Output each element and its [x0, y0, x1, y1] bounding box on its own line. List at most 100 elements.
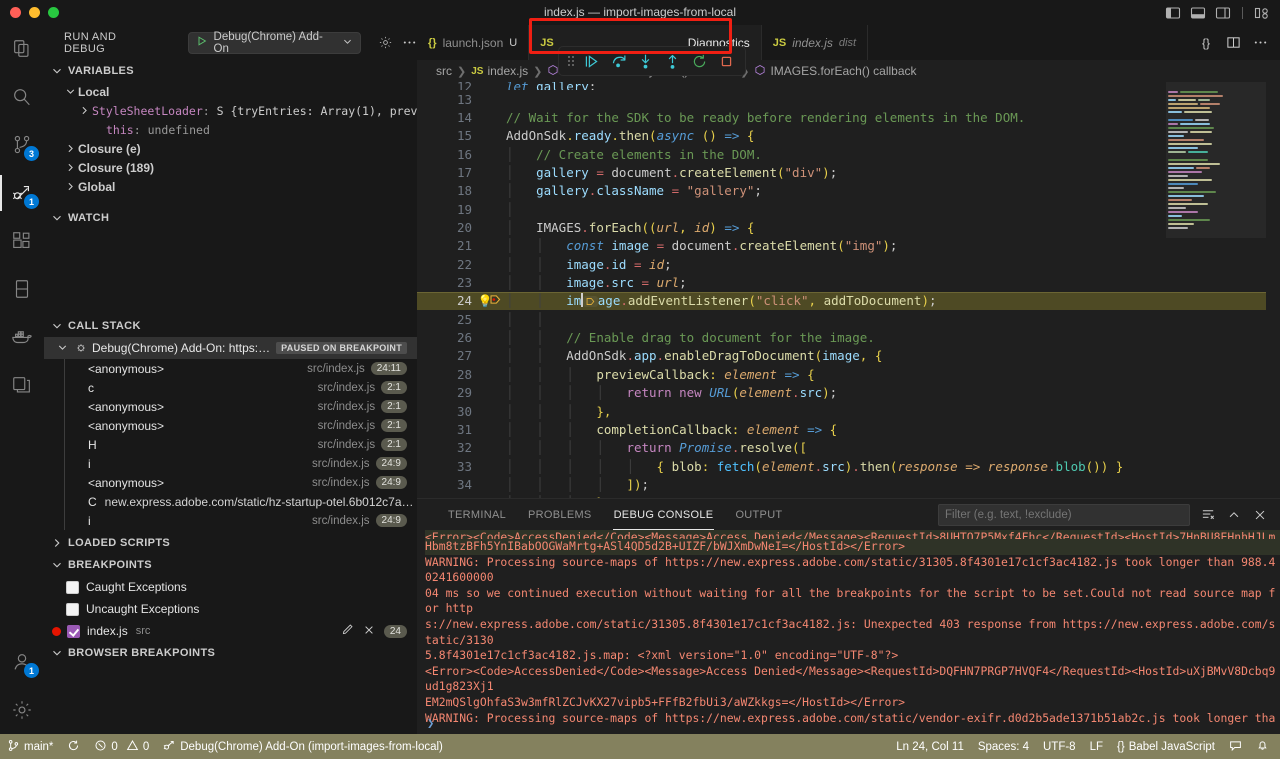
status-language-mode[interactable]: {} Babel JavaScript: [1110, 734, 1222, 759]
edit-pencil-icon[interactable]: [341, 623, 354, 639]
call-stack-frame[interactable]: C new.express.adobe.com/static/hz-startu…: [44, 492, 417, 511]
status-eol-label: LF: [1089, 740, 1104, 753]
call-stack-frame[interactable]: <anonymous> src/index.js 24:11: [44, 359, 417, 378]
tab-debug-console[interactable]: DEBUG CONSOLE: [603, 499, 725, 530]
breakpoint-source-index-js[interactable]: index.js src 24: [44, 620, 417, 642]
section-loaded-scripts[interactable]: LOADED SCRIPTS: [44, 532, 417, 554]
call-stack-frame[interactable]: <anonymous> src/index.js 2:1: [44, 416, 417, 435]
tab-problems[interactable]: PROBLEMS: [517, 499, 603, 530]
sidebar-item-testing[interactable]: [0, 265, 44, 313]
tab-output[interactable]: OUTPUT: [724, 499, 793, 530]
variable-row[interactable]: this: undefined: [44, 120, 417, 139]
stop-button[interactable]: [714, 49, 739, 74]
variables-scope-local[interactable]: Local: [44, 82, 417, 101]
section-variables[interactable]: VARIABLES: [44, 60, 417, 82]
sidebar-item-search[interactable]: [0, 73, 44, 121]
status-branch[interactable]: main*: [0, 734, 60, 759]
lightbulb-icon[interactable]: 💡: [472, 294, 498, 308]
sidebar-item-run-and-debug[interactable]: 1: [0, 169, 44, 217]
ellipsis-icon[interactable]: [1252, 35, 1268, 51]
status-notifications[interactable]: [1249, 734, 1280, 759]
call-stack-frame[interactable]: <anonymous> src/index.js 2:1: [44, 397, 417, 416]
call-stack-frame[interactable]: H src/index.js 2:1: [44, 435, 417, 454]
customize-layout-icon[interactable]: [1254, 5, 1270, 21]
inline-breakpoint-hint[interactable]: [582, 296, 598, 308]
section-call-stack[interactable]: CALL STACK: [44, 315, 417, 337]
sidebar-item-remote-explorer[interactable]: [0, 361, 44, 409]
step-out-button[interactable]: [660, 49, 685, 74]
breadcrumb-item-foreach-callback[interactable]: IMAGES.forEach() callback: [754, 64, 917, 79]
toggle-secondary-sidebar-icon[interactable]: [1215, 5, 1231, 21]
debug-toolbar[interactable]: [558, 46, 746, 76]
status-badge: PAUSED ON BREAKPOINT: [276, 342, 407, 354]
variables-scope-closure-e[interactable]: Closure (e): [44, 139, 417, 158]
call-stack-session[interactable]: Debug(Chrome) Add-On: https://ne… PAUSED…: [44, 337, 417, 359]
filter-input[interactable]: [938, 503, 1190, 526]
call-stack-frame[interactable]: c src/index.js 2:1: [44, 378, 417, 397]
section-watch[interactable]: WATCH: [44, 207, 417, 229]
frame-source: src/index.js: [312, 514, 370, 527]
minimap[interactable]: [1166, 82, 1266, 523]
remove-x-icon[interactable]: [363, 624, 375, 639]
continue-button[interactable]: [579, 49, 604, 74]
call-stack-frame[interactable]: i src/index.js 24:9: [44, 454, 417, 473]
ellipsis-icon[interactable]: [401, 35, 417, 51]
gear-icon[interactable]: [377, 35, 393, 51]
section-browser-breakpoints[interactable]: BROWSER BREAKPOINTS: [44, 642, 417, 664]
code-line: 21 │ │ const image = document.createElem…: [417, 237, 1280, 255]
layout-controls[interactable]: [1165, 0, 1270, 25]
status-indentation[interactable]: Spaces: 4: [971, 734, 1036, 759]
run-configuration-dropdown[interactable]: Debug(Chrome) Add-On: [187, 31, 361, 55]
step-over-button[interactable]: [606, 49, 631, 74]
grip-dots-icon[interactable]: [565, 50, 577, 72]
step-into-button[interactable]: [633, 49, 658, 74]
brackets-icon[interactable]: {}: [1198, 35, 1214, 51]
restart-button[interactable]: [687, 49, 712, 74]
code-editor[interactable]: 12 let gallery; 13 14 // Wait for the SD…: [417, 82, 1280, 523]
variable-row[interactable]: StyleSheetLoader: S {tryEntries: Array(1…: [44, 101, 417, 120]
editor-scrollbar[interactable]: [1266, 82, 1280, 523]
section-label: BREAKPOINTS: [68, 559, 152, 571]
status-encoding[interactable]: UTF-8: [1036, 734, 1083, 759]
sidebar-item-accounts[interactable]: 1: [0, 638, 44, 686]
split-editor-icon[interactable]: [1225, 35, 1241, 51]
variables-scope-closure-189[interactable]: Closure (189): [44, 158, 417, 177]
clear-console-icon[interactable]: [1200, 507, 1216, 523]
code-line-current[interactable]: 24 💡 │ │ im age.addEventListener("click",…: [417, 291, 1280, 311]
status-debug-session[interactable]: Debug(Chrome) Add-On (import-images-from…: [156, 734, 450, 759]
code-line: 19 │: [417, 200, 1280, 218]
call-stack-frame[interactable]: i src/index.js 24:9: [44, 511, 417, 530]
tab-index-js-dist[interactable]: JS index.js dist: [761, 25, 869, 60]
close-icon[interactable]: [1252, 507, 1268, 523]
sidebar-item-docker[interactable]: [0, 313, 44, 361]
checkbox[interactable]: [66, 602, 79, 616]
checkbox[interactable]: [66, 580, 79, 594]
breadcrumb-item-index-js[interactable]: JS index.js: [471, 64, 528, 78]
sidebar-item-explorer[interactable]: [0, 25, 44, 73]
toggle-panel-icon[interactable]: [1190, 5, 1206, 21]
breadcrumb-item-src[interactable]: src: [436, 64, 452, 78]
line-number: 17: [456, 165, 472, 181]
status-problems[interactable]: 0 0: [87, 734, 156, 759]
line-number: 25: [456, 311, 472, 327]
breakpoint-uncaught-exceptions[interactable]: Uncaught Exceptions: [44, 598, 417, 620]
status-sync[interactable]: [60, 734, 87, 759]
sidebar-item-source-control[interactable]: 3: [0, 121, 44, 169]
debug-console-input-row[interactable]: ❯: [417, 712, 1280, 734]
line-number: 19: [456, 201, 472, 217]
status-feedback[interactable]: [1222, 734, 1249, 759]
tab-launch-json[interactable]: {} launch.json U: [417, 25, 530, 60]
chevron-up-icon[interactable]: [1226, 507, 1242, 523]
status-cursor-position[interactable]: Ln 24, Col 11: [889, 734, 971, 759]
variables-scope-global[interactable]: Global: [44, 177, 417, 196]
sidebar-item-extensions[interactable]: [0, 217, 44, 265]
debug-console-output[interactable]: <Error><Code>AccessDenied</Code><Message…: [417, 530, 1280, 728]
checkbox[interactable]: [67, 624, 80, 638]
call-stack-frame[interactable]: <anonymous> src/index.js 24:9: [44, 473, 417, 492]
status-eol[interactable]: LF: [1083, 734, 1110, 759]
sidebar-item-manage-settings[interactable]: [0, 686, 44, 734]
section-breakpoints[interactable]: BREAKPOINTS: [44, 554, 417, 576]
breakpoint-caught-exceptions[interactable]: Caught Exceptions: [44, 576, 417, 598]
toggle-primary-sidebar-icon[interactable]: [1165, 5, 1181, 21]
tab-terminal[interactable]: TERMINAL: [437, 499, 517, 530]
